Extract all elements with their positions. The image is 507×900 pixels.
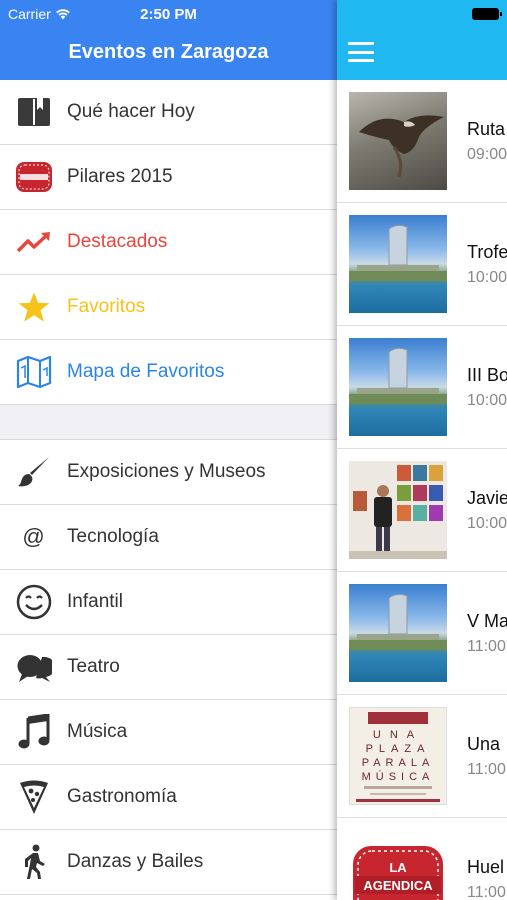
event-row[interactable]: Ruta 09:00 xyxy=(337,80,507,203)
trending-up-icon xyxy=(0,231,67,253)
wifi-icon xyxy=(55,9,70,20)
event-row[interactable]: Javie 10:00 xyxy=(337,449,507,572)
event-text: Trofe 10:00 xyxy=(467,242,507,287)
menu-item-musica[interactable]: Música xyxy=(0,700,337,765)
events-list-pane[interactable]: Ruta 09:00 Trofe 10:00 III Bo 10:00 Javi… xyxy=(337,0,507,900)
status-bar: Carrier 2:50 PM xyxy=(0,0,337,28)
side-drawer: Carrier 2:50 PM Eventos en Zaragoza Qué … xyxy=(0,0,337,900)
book-icon xyxy=(0,97,67,127)
event-row[interactable]: III Bo 10:00 xyxy=(337,326,507,449)
menu-item-destacados[interactable]: Destacados xyxy=(0,210,337,275)
hamburger-menu-icon[interactable] xyxy=(348,42,374,62)
smiley-icon xyxy=(0,584,67,620)
event-thumbnail-tower xyxy=(349,215,447,313)
event-thumbnail-tower xyxy=(349,338,447,436)
event-row[interactable]: V Ma 11:00 xyxy=(337,572,507,695)
event-thumbnail-la-agendica-logo: LA AGENDICA xyxy=(349,830,447,900)
menu-label: Teatro xyxy=(67,656,120,677)
event-title: III Bo xyxy=(467,364,507,385)
event-thumbnail-poster: UNA PLAZA PARALA MÚSICA xyxy=(349,707,447,805)
event-title: Javie xyxy=(467,487,507,508)
event-time: 11:00 xyxy=(467,883,506,900)
event-time: 11:00 xyxy=(467,637,506,655)
menu-label: Qué hacer Hoy xyxy=(67,101,195,122)
menu-item-mapa-de-favoritos[interactable]: Mapa de Favoritos xyxy=(0,340,337,405)
event-time: 09:00 xyxy=(467,145,507,163)
event-title: V Ma xyxy=(467,610,507,631)
poster-line-1: UNA xyxy=(373,729,423,741)
event-text: Una 11:00 xyxy=(467,734,506,779)
la-agendica-logo xyxy=(0,159,67,195)
menu-item-exposiciones-y-museos[interactable]: Exposiciones y Museos xyxy=(0,440,337,505)
at-icon: @ xyxy=(22,524,45,549)
menu-list-categories: Exposiciones y Museos @ Tecnología Infan… xyxy=(0,440,337,895)
menu-label: Tecnología xyxy=(67,526,159,547)
event-row[interactable]: LA AGENDICA Huel 11:00 xyxy=(337,818,507,900)
event-title: Una xyxy=(467,733,501,754)
event-time: 10:00 xyxy=(467,268,507,286)
navigation-bar xyxy=(337,0,507,80)
drawer-title: Eventos en Zaragoza xyxy=(68,41,269,63)
logo-text-la: LA xyxy=(389,860,407,875)
carrier-label: Carrier xyxy=(8,6,51,22)
poster-line-3: PARALA xyxy=(362,757,435,769)
menu-label: Destacados xyxy=(67,231,168,252)
battery-icon xyxy=(472,8,502,20)
event-title: Trofe xyxy=(467,241,507,262)
menu-label: Pilares 2015 xyxy=(67,166,173,187)
menu-label: Gastronomía xyxy=(67,786,177,807)
poster-line-4: MÚSICA xyxy=(362,770,435,783)
star-icon xyxy=(0,291,67,323)
event-title: Ruta xyxy=(467,118,506,139)
menu-label: Mapa de Favoritos xyxy=(67,361,225,382)
event-text: Huel 11:00 xyxy=(467,857,506,900)
poster-line-2: PLAZA xyxy=(366,743,431,755)
event-row[interactable]: Trofe 10:00 xyxy=(337,203,507,326)
menu-section-separator xyxy=(0,405,337,440)
menu-item-danzas-y-bailes[interactable]: Danzas y Bailes xyxy=(0,830,337,895)
menu-item-gastronomia[interactable]: Gastronomía xyxy=(0,765,337,830)
pizza-slice-icon xyxy=(0,779,67,815)
menu-item-pilares-2015[interactable]: Pilares 2015 xyxy=(0,145,337,210)
event-time: 10:00 xyxy=(467,391,507,409)
menu-item-teatro[interactable]: Teatro xyxy=(0,635,337,700)
menu-label: Infantil xyxy=(67,591,123,612)
poster-text: UNA PLAZA PARALA MÚSICA xyxy=(362,729,435,783)
walking-person-icon xyxy=(0,844,67,880)
music-note-icon xyxy=(0,714,67,750)
event-time: 11:00 xyxy=(467,760,506,778)
menu-label: Danzas y Bailes xyxy=(67,851,204,872)
menu-item-tecnologia[interactable]: @ Tecnología xyxy=(0,505,337,570)
menu-item-favoritos[interactable]: Favoritos xyxy=(0,275,337,340)
menu-item-que-hacer-hoy[interactable]: Qué hacer Hoy xyxy=(0,80,337,145)
event-text: Javie 10:00 xyxy=(467,488,507,533)
logo-text-agendica: AGENDICA xyxy=(363,878,433,893)
event-text: Ruta 09:00 xyxy=(467,119,507,164)
menu-label: Exposiciones y Museos xyxy=(67,461,266,482)
menu-list-top: Qué hacer Hoy Pilares 2015 Destacados Fa… xyxy=(0,80,337,405)
event-thumbnail-bird xyxy=(349,92,447,190)
paintbrush-icon xyxy=(0,455,67,489)
menu-item-infantil[interactable]: Infantil xyxy=(0,570,337,635)
event-thumbnail-art-exhibit xyxy=(349,461,447,559)
event-time: 10:00 xyxy=(467,514,507,532)
menu-label: Música xyxy=(67,721,128,742)
menu-label: Favoritos xyxy=(67,296,146,317)
event-title: Huel xyxy=(467,856,505,877)
event-text: III Bo 10:00 xyxy=(467,365,507,410)
drawer-header: Carrier 2:50 PM Eventos en Zaragoza xyxy=(0,0,337,80)
carrier-status: Carrier xyxy=(8,6,71,22)
event-text: V Ma 11:00 xyxy=(467,611,507,656)
map-icon xyxy=(0,356,67,388)
event-thumbnail-tower xyxy=(349,584,447,682)
speech-bubbles-icon xyxy=(0,650,67,684)
event-row[interactable]: UNA PLAZA PARALA MÚSICA Una 11:00 xyxy=(337,695,507,818)
